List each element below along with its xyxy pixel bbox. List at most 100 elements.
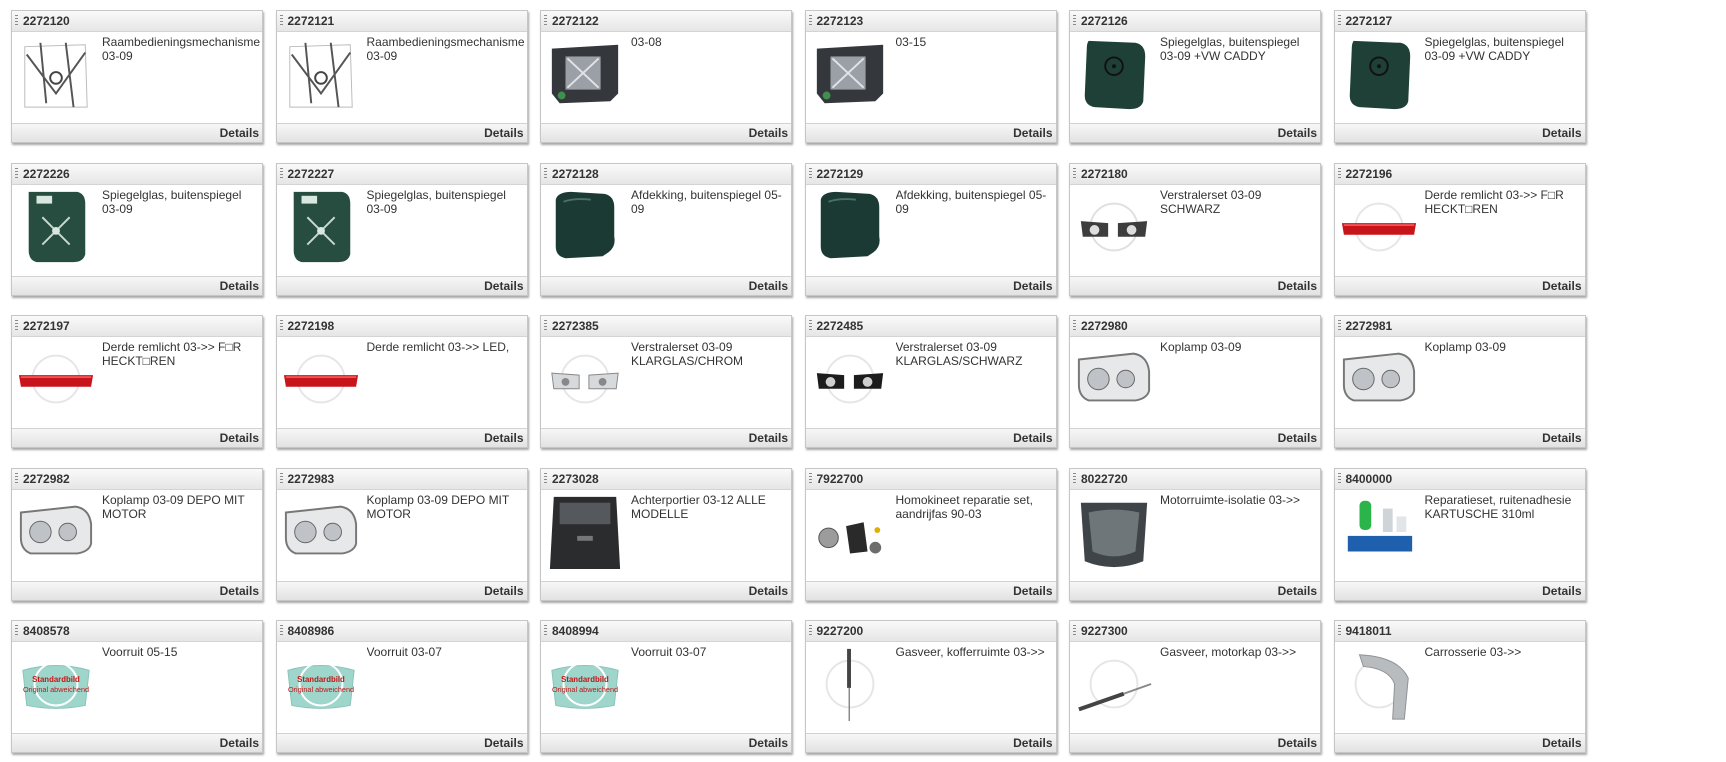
product-number[interactable]: 2272385 <box>552 319 599 333</box>
details-link[interactable]: Details <box>749 584 788 598</box>
details-link[interactable]: Details <box>1278 431 1317 445</box>
details-link[interactable]: Details <box>1013 736 1052 750</box>
product-card[interactable]: 2272126 Spiegelglas, buitenspiegel 03-09… <box>1069 10 1321 143</box>
details-link[interactable]: Details <box>1013 126 1052 140</box>
product-card[interactable]: 2272128 Afdekking, buitenspiegel 05-09 D… <box>540 162 792 296</box>
details-link[interactable]: Details <box>1542 584 1581 598</box>
product-card[interactable]: 2272982 Koplamp 03-09 DEPO MIT MOTOR Det… <box>11 467 263 601</box>
details-link[interactable]: Details <box>484 126 523 140</box>
product-card[interactable]: 2272981 Koplamp 03-09 Details <box>1333 315 1586 448</box>
product-number[interactable]: 2272120 <box>23 14 70 28</box>
product-number[interactable]: 2272123 <box>817 14 864 28</box>
window-regulator-icon[interactable] <box>16 35 96 113</box>
product-card[interactable]: 9227200 Gasveer, kofferruimte 03->> Deta… <box>804 620 1057 753</box>
door-module-icon[interactable] <box>545 35 625 113</box>
details-link[interactable]: Details <box>749 279 788 293</box>
details-link[interactable]: Details <box>1542 431 1581 445</box>
product-card[interactable]: 8408986 Standardbild Original abweichend… <box>275 620 528 753</box>
details-link[interactable]: Details <box>484 431 523 445</box>
details-link[interactable]: Details <box>1013 584 1052 598</box>
product-card[interactable]: 2272180 Verstralerset 03-09 SCHWARZ Deta… <box>1069 162 1321 296</box>
product-number[interactable]: 8408994 <box>552 624 599 638</box>
product-card[interactable]: 8022720 Motorruimte-isolatie 03->> Detai… <box>1069 467 1321 601</box>
product-card[interactable]: 2272196 Derde remlicht 03->> F□R HECKT□R… <box>1333 162 1586 296</box>
product-card[interactable]: 2272123 03-15 Details <box>804 10 1057 143</box>
product-card[interactable]: 7922700 Homokineet reparatie set, aandri… <box>804 467 1057 601</box>
brake-light-icon[interactable] <box>281 340 361 418</box>
tailgate-icon[interactable] <box>545 493 625 571</box>
brake-light-icon[interactable] <box>1339 188 1419 266</box>
product-number[interactable]: 2272980 <box>1081 319 1128 333</box>
details-link[interactable]: Details <box>749 431 788 445</box>
product-card[interactable]: 9418011 Carrosserie 03->> Details <box>1333 620 1586 753</box>
window-regulator-icon[interactable] <box>281 35 361 113</box>
product-number[interactable]: 2272180 <box>1081 167 1128 181</box>
product-number[interactable]: 8400000 <box>1346 472 1393 486</box>
product-card[interactable]: 2272122 03-08 Details <box>540 10 792 143</box>
details-link[interactable]: Details <box>220 126 259 140</box>
windshield-placeholder-icon[interactable]: Standardbild Original abweichend <box>16 645 96 723</box>
product-card[interactable]: 2272127 Spiegelglas, buitenspiegel 03-09… <box>1333 10 1586 143</box>
product-card[interactable]: 2272980 Koplamp 03-09 Details <box>1069 315 1321 448</box>
product-number[interactable]: 9227300 <box>1081 624 1128 638</box>
product-number[interactable]: 2272198 <box>288 319 335 333</box>
headlight-pair-dark-icon[interactable] <box>1074 188 1154 266</box>
details-link[interactable]: Details <box>1013 431 1052 445</box>
gas-strut-diagonal-icon[interactable] <box>1074 645 1154 723</box>
product-card[interactable]: 2272485 Verstralerset 03-09 KLARGLAS/SCH… <box>804 315 1057 448</box>
details-link[interactable]: Details <box>1013 279 1052 293</box>
product-number[interactable]: 2272122 <box>552 14 599 28</box>
details-link[interactable]: Details <box>484 584 523 598</box>
details-link[interactable]: Details <box>220 736 259 750</box>
headlamp-icon[interactable] <box>16 493 96 571</box>
product-number[interactable]: 2272196 <box>1346 167 1393 181</box>
details-link[interactable]: Details <box>749 736 788 750</box>
windshield-placeholder-icon[interactable]: Standardbild Original abweichend <box>281 645 361 723</box>
product-number[interactable]: 2272129 <box>817 167 864 181</box>
product-card[interactable]: 2273028 Achterportier 03-12 ALLE MODELLE… <box>540 467 792 601</box>
windshield-placeholder-icon[interactable]: Standardbild Original abweichend <box>545 645 625 723</box>
product-number[interactable]: 8408578 <box>23 624 70 638</box>
adhesive-kit-icon[interactable] <box>1339 493 1419 571</box>
mirror-cover-icon[interactable] <box>810 188 890 266</box>
product-number[interactable]: 9227200 <box>817 624 864 638</box>
product-number[interactable]: 2272128 <box>552 167 599 181</box>
product-number[interactable]: 2272485 <box>817 319 864 333</box>
mirror-glass-icon[interactable] <box>1339 35 1419 113</box>
product-card[interactable]: 2272226 Spiegelglas, buitenspiegel 03-09… <box>11 162 263 296</box>
details-link[interactable]: Details <box>1278 584 1317 598</box>
details-link[interactable]: Details <box>1542 126 1581 140</box>
product-number[interactable]: 8022720 <box>1081 472 1128 486</box>
heated-mirror-glass-icon[interactable] <box>16 188 96 266</box>
headlamp-icon[interactable] <box>1339 340 1419 418</box>
product-card[interactable]: 2272197 Derde remlicht 03->> F□R HECKT□R… <box>11 315 263 448</box>
headlight-pair-black-icon[interactable] <box>810 340 890 418</box>
door-module-icon[interactable] <box>810 35 890 113</box>
details-link[interactable]: Details <box>220 431 259 445</box>
product-number[interactable]: 2272126 <box>1081 14 1128 28</box>
mirror-glass-icon[interactable] <box>1074 35 1154 113</box>
product-number[interactable]: 2272121 <box>288 14 335 28</box>
headlight-pair-chrome-icon[interactable] <box>545 340 625 418</box>
product-number[interactable]: 2272226 <box>23 167 70 181</box>
headlamp-icon[interactable] <box>1074 340 1154 418</box>
product-card[interactable]: 2272120 Raambedieningsmechanisme 03-09 D… <box>11 10 263 143</box>
details-link[interactable]: Details <box>1278 279 1317 293</box>
product-card[interactable]: 2272121 Raambedieningsmechanisme 03-09 D… <box>275 10 528 143</box>
product-number[interactable]: 2272982 <box>23 472 70 486</box>
product-card[interactable]: 9227300 Gasveer, motorkap 03->> Details <box>1069 620 1321 753</box>
details-link[interactable]: Details <box>484 736 523 750</box>
details-link[interactable]: Details <box>749 126 788 140</box>
product-number[interactable]: 2272127 <box>1346 14 1393 28</box>
cv-joint-kit-icon[interactable] <box>810 493 890 571</box>
product-card[interactable]: 2272198 Derde remlicht 03->> LED, Detail… <box>275 315 528 448</box>
details-link[interactable]: Details <box>1542 736 1581 750</box>
heated-mirror-glass-icon[interactable] <box>281 188 361 266</box>
body-panel-icon[interactable] <box>1339 645 1419 723</box>
product-card[interactable]: 8408578 Standardbild Original abweichend… <box>11 620 263 753</box>
details-link[interactable]: Details <box>1278 126 1317 140</box>
product-number[interactable]: 8408986 <box>288 624 335 638</box>
product-card[interactable]: 2272227 Spiegelglas, buitenspiegel 03-09… <box>275 162 528 296</box>
product-number[interactable]: 2272983 <box>288 472 335 486</box>
product-number[interactable]: 9418011 <box>1346 624 1392 638</box>
